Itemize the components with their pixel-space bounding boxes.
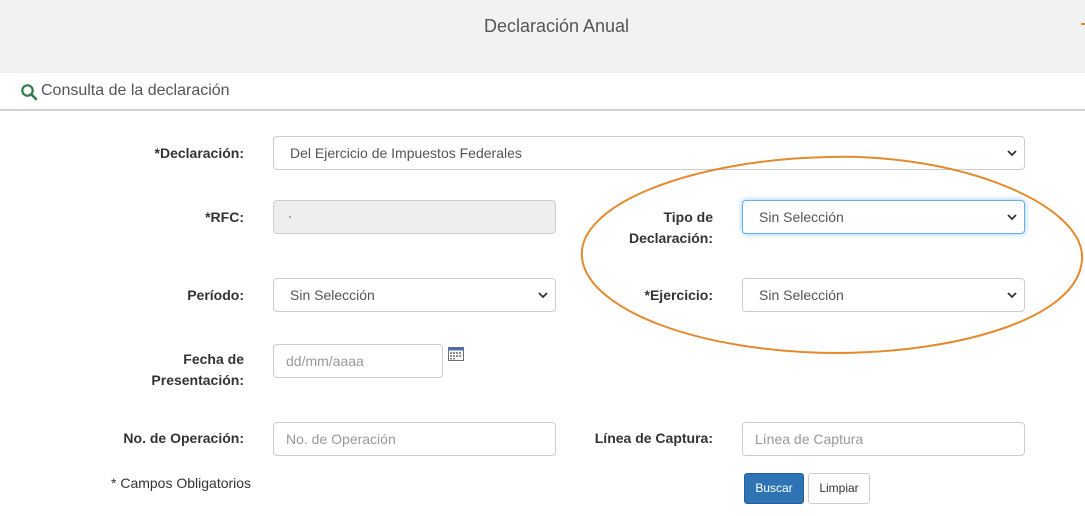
search-icon: [21, 84, 38, 101]
chevron-down-icon: [1007, 292, 1017, 299]
section-title: Consulta de la declaración: [41, 82, 230, 99]
clear-button[interactable]: Limpiar: [808, 473, 870, 504]
section-header: Consulta de la declaración: [0, 73, 1085, 111]
no-operacion-label: No. de Operación:: [123, 430, 244, 446]
linea-captura-input[interactable]: Línea de Captura: [742, 422, 1025, 456]
no-operacion-input[interactable]: No. de Operación: [273, 422, 556, 456]
ejercicio-select-value: Sin Selección: [759, 287, 844, 303]
tipo-declaracion-select[interactable]: Sin Selección: [742, 200, 1025, 234]
header-accent-mark: [1081, 23, 1085, 25]
required-fields-note: * Campos Obligatorios: [111, 475, 252, 491]
linea-captura-label: Línea de Captura:: [594, 430, 713, 446]
rfc-field: [273, 200, 556, 234]
fecha-presentacion-label-line2: Presentación:: [151, 372, 244, 388]
tipo-declaracion-label-line2: Declaración:: [628, 230, 713, 246]
tipo-declaracion-label: Tipo de Declaración:: [580, 207, 713, 249]
ejercicio-select[interactable]: Sin Selección: [742, 278, 1025, 312]
fecha-presentacion-label: Fecha de Presentación:: [100, 349, 244, 391]
chevron-down-icon: [538, 292, 548, 299]
fecha-presentacion-label-line1: Fecha de: [183, 351, 244, 367]
declaracion-select-value: Del Ejercicio de Impuestos Federales: [290, 145, 522, 161]
search-button[interactable]: Buscar: [744, 473, 804, 504]
tipo-declaracion-label-line1: Tipo de: [663, 209, 713, 225]
rfc-label: *RFC:: [205, 209, 244, 225]
fecha-presentacion-placeholder: dd/mm/aaaa: [286, 353, 364, 369]
periodo-select-value: Sin Selección: [290, 287, 375, 303]
periodo-label: Período:: [187, 287, 244, 303]
page-header: Declaración Anual: [0, 0, 1085, 73]
fecha-presentacion-input[interactable]: dd/mm/aaaa: [273, 344, 443, 378]
periodo-select[interactable]: Sin Selección: [273, 278, 556, 312]
chevron-down-icon: [1007, 214, 1017, 221]
page-title: Declaración Anual: [483, 16, 630, 36]
rfc-placeholder-dot: [289, 216, 291, 218]
ejercicio-label: *Ejercicio:: [644, 287, 713, 303]
declaracion-select[interactable]: Del Ejercicio de Impuestos Federales: [273, 136, 1025, 170]
chevron-down-icon: [1007, 150, 1017, 157]
declaracion-label: *Declaración:: [154, 145, 244, 161]
calendar-icon[interactable]: [448, 347, 464, 361]
linea-captura-placeholder: Línea de Captura: [755, 431, 864, 447]
tipo-declaracion-select-value: Sin Selección: [759, 209, 844, 225]
no-operacion-placeholder: No. de Operación: [286, 431, 396, 447]
